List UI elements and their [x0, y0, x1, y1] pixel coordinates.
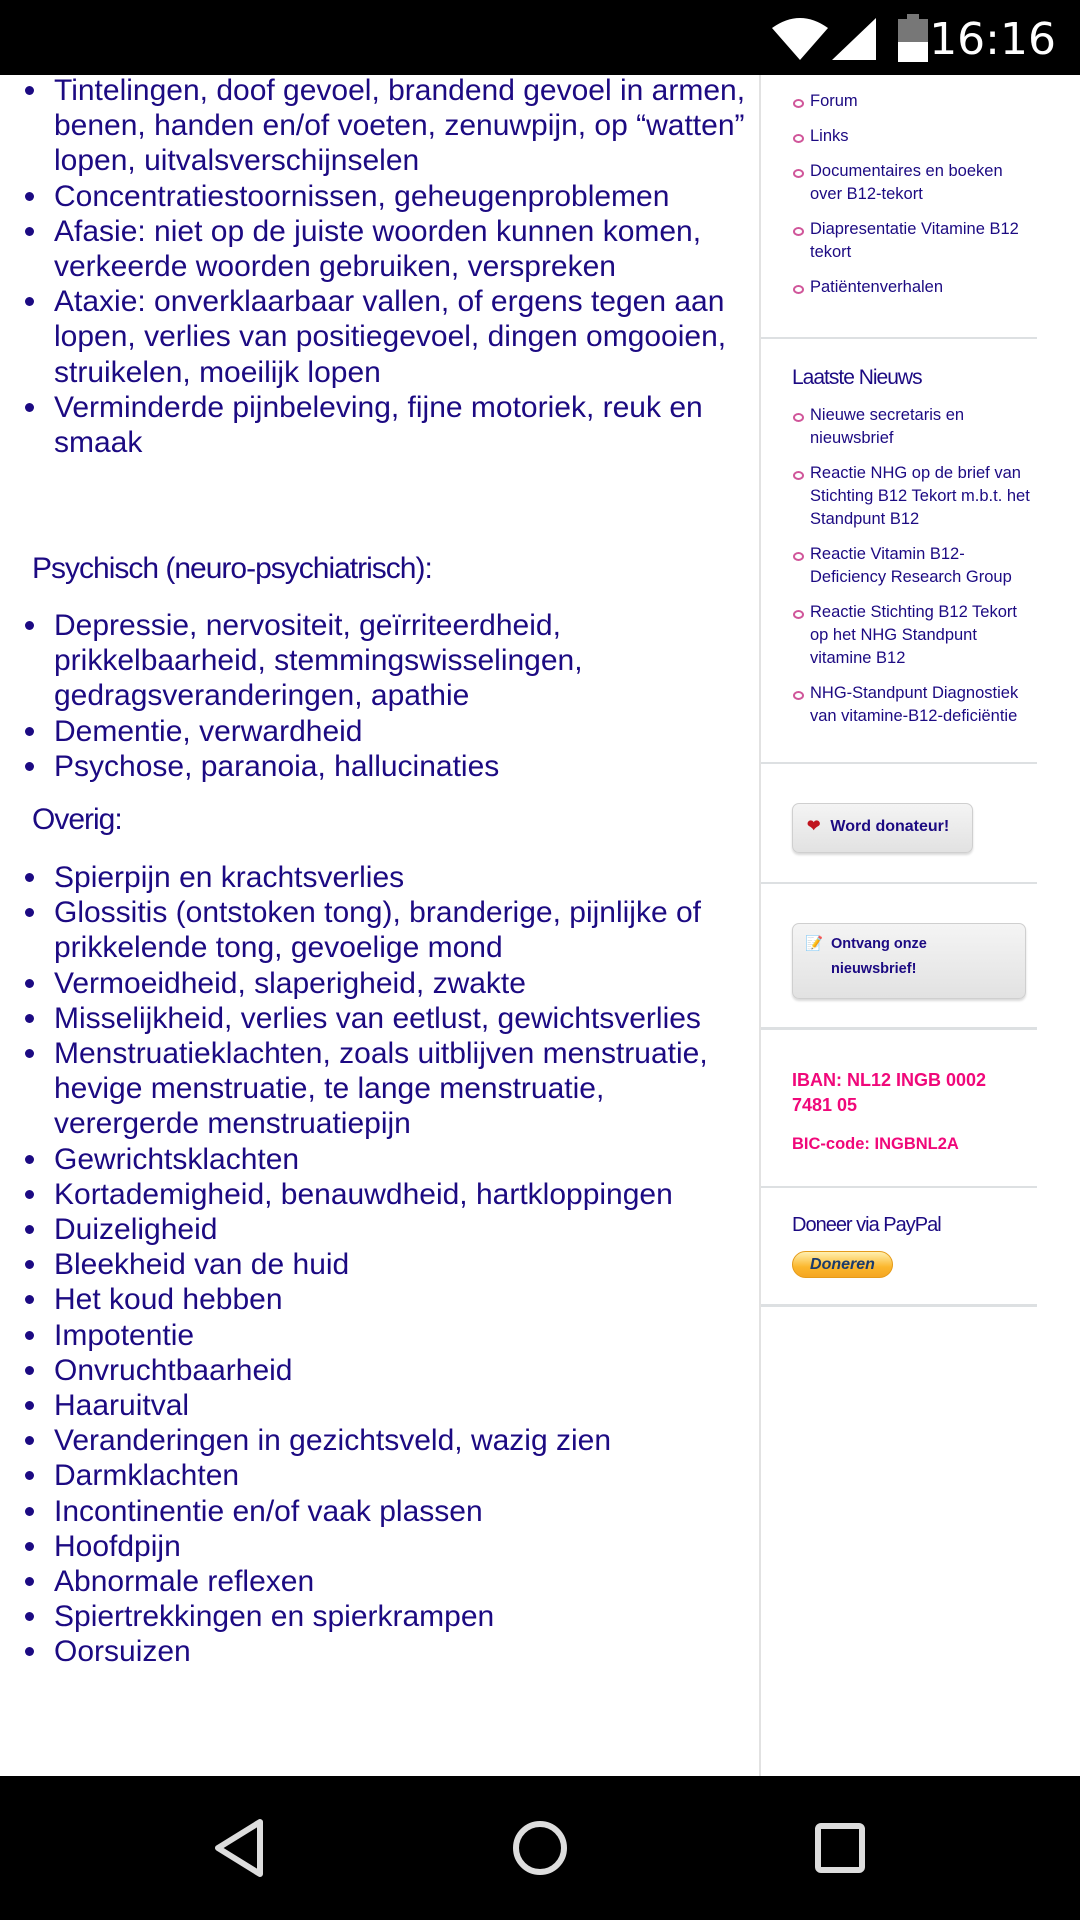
other-symptom-list: Spierpijn en krachtsverlies Glossitis (on…	[0, 860, 759, 1670]
back-icon[interactable]	[208, 1816, 272, 1880]
clock: 16:16	[929, 14, 1056, 65]
divider	[761, 1027, 1037, 1030]
list-item: Het koud hebben	[0, 1282, 759, 1317]
news-link[interactable]: Reactie Stichting B12 Tekort op het NHG …	[793, 601, 1033, 670]
list-item: Impotentie	[0, 1318, 759, 1353]
wifi-icon	[772, 18, 828, 60]
list-item: Menstruatieklachten, zoals uitblijven me…	[0, 1036, 759, 1142]
list-item: Misselijkheid, verlies van eetlust, gewi…	[0, 1001, 759, 1036]
list-item: Vermoeidheid, slaperigheid, zwakte	[0, 966, 759, 1001]
news-title: Laatste Nieuws	[792, 366, 923, 389]
paypal-title: Doneer via PayPal	[792, 1214, 942, 1236]
list-item: Haaruitval	[0, 1388, 759, 1423]
sidebar-link[interactable]: Documentaires en boeken over B12-tekort	[793, 160, 1033, 206]
divider	[761, 1186, 1037, 1188]
divider	[761, 762, 1037, 764]
home-icon[interactable]	[508, 1816, 572, 1880]
psychiatric-symptom-list: Depressie, nervositeit, geïrriteerdheid,…	[0, 608, 759, 784]
list-item: Dementie, verwardheid	[0, 714, 759, 749]
section-heading-overig: Overig:	[32, 803, 123, 836]
list-item: Verminderde pijnbeleving, fijne motoriek…	[0, 390, 759, 460]
sidebar-link[interactable]: Diapresentatie Vitamine B12 tekort	[793, 218, 1033, 264]
divider	[761, 1304, 1037, 1307]
divider	[761, 882, 1037, 884]
list-item: Kortademigheid, benauwdheid, hartkloppin…	[0, 1177, 759, 1212]
divider	[761, 337, 1037, 339]
list-item: Spierpijn en krachtsverlies	[0, 860, 759, 895]
list-item: Glossitis (ontstoken tong), branderige, …	[0, 895, 759, 965]
list-item: Onvruchtbaarheid	[0, 1353, 759, 1388]
donate-button[interactable]: ❤ Word donateur!	[792, 803, 973, 853]
sidebar-link[interactable]: Patiëntenverhalen	[793, 276, 1033, 299]
status-bar: 16:16	[0, 0, 1080, 75]
sidebar-link[interactable]: Links	[793, 125, 1033, 148]
heart-icon: ❤	[807, 818, 821, 835]
section-heading-psychisch: Psychisch (neuro-psychiatrisch):	[32, 552, 433, 585]
list-item: Afasie: niet op de juiste woorden kunnen…	[0, 214, 759, 284]
bic: BIC-code: INGBNL2A	[792, 1135, 959, 1153]
list-item: Psychose, paranoia, hallucinaties	[0, 749, 759, 784]
signal-icon	[832, 18, 876, 60]
list-item: Tintelingen, doof gevoel, brandend gevoe…	[0, 73, 759, 179]
sidebar-divider	[759, 75, 761, 1776]
navigation-bar	[0, 1776, 1080, 1920]
list-item: Duizeligheid	[0, 1212, 759, 1247]
news-list: Nieuwe secretaris en nieuwsbrief Reactie …	[793, 404, 1033, 740]
list-item: Bleekheid van de huid	[0, 1247, 759, 1282]
paypal-donate-button[interactable]: Doneren	[792, 1251, 893, 1278]
notepad-icon: 📝	[805, 936, 824, 952]
list-item: Incontinentie en/of vaak plassen	[0, 1494, 759, 1529]
list-item: Oorsuizen	[0, 1634, 759, 1669]
list-item: Concentratiestoornissen, geheugenproblem…	[0, 179, 759, 214]
list-item: Hoofdpijn	[0, 1529, 759, 1564]
neurological-symptom-list: Tintelingen, doof gevoel, brandend gevoe…	[0, 73, 759, 460]
battery-icon	[898, 14, 928, 62]
news-link[interactable]: Nieuwe secretaris en nieuwsbrief	[793, 404, 1033, 450]
list-item: Abnormale reflexen	[0, 1564, 759, 1599]
sidebar-link[interactable]: Forum	[793, 90, 1033, 113]
list-item: Depressie, nervositeit, geïrriteerdheid,…	[0, 608, 759, 714]
list-item: Darmklachten	[0, 1458, 759, 1493]
list-item: Gewrichtsklachten	[0, 1142, 759, 1177]
newsletter-button[interactable]: 📝 Ontvang onze nieuwsbrief!	[792, 923, 1026, 999]
list-item: Spiertrekkingen en spierkrampen	[0, 1599, 759, 1634]
sidebar-menu: Forum Links Documentaires en boeken over B…	[793, 90, 1033, 311]
list-item: Ataxie: onverklaarbaar vallen, of ergens…	[0, 284, 759, 390]
news-link[interactable]: NHG-Standpunt Diagnostiek van vitamine-B…	[793, 682, 1033, 728]
iban: IBAN: NL12 INGB 0002 7481 05	[792, 1070, 987, 1115]
news-link[interactable]: Reactie Vitamin B12-Deficiency Research …	[793, 543, 1033, 589]
list-item: Veranderingen in gezichtsveld, wazig zie…	[0, 1423, 759, 1458]
news-link[interactable]: Reactie NHG op de brief van Stichting B1…	[793, 462, 1033, 531]
recents-icon[interactable]	[808, 1816, 872, 1880]
